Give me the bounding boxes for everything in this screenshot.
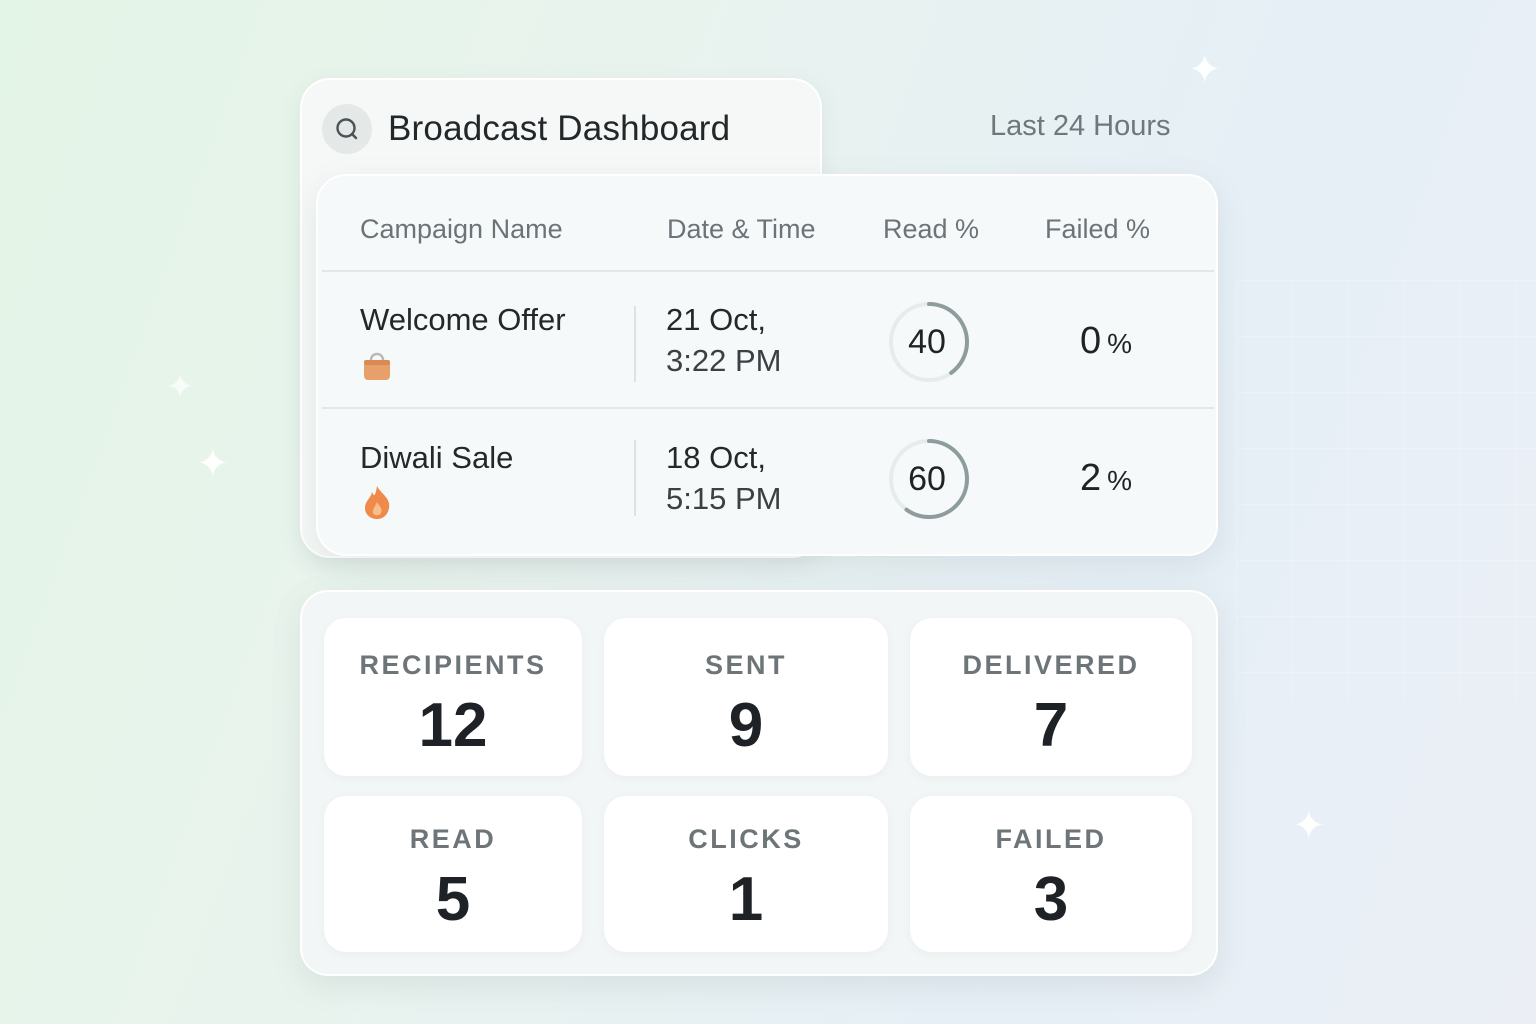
background-grid xyxy=(1236,280,1536,700)
stat-label: FAILED xyxy=(995,824,1107,854)
header: Broadcast Dashboard xyxy=(322,104,730,154)
search-icon xyxy=(336,118,358,140)
stat-label: RECIPIENTS xyxy=(359,650,547,680)
table-divider xyxy=(322,270,1214,272)
table-divider xyxy=(322,407,1214,409)
stat-label: DELIVERED xyxy=(962,650,1140,680)
column-header-failed-pct[interactable]: Failed % xyxy=(1045,214,1150,245)
read-pct-value: 60 xyxy=(908,460,946,498)
time-range-filter[interactable]: Last 24 Hours xyxy=(990,110,1171,143)
campaign-date: 21 Oct, xyxy=(666,302,766,337)
row-divider xyxy=(634,440,636,516)
stat-tile-read: READ 5 xyxy=(324,796,582,952)
stat-tile-failed: FAILED 3 xyxy=(910,796,1192,952)
read-pct-value: 40 xyxy=(908,323,946,361)
stat-value: 5 xyxy=(435,865,471,934)
failed-unit: % xyxy=(1107,465,1133,496)
stat-value: 3 xyxy=(1033,865,1069,934)
failed-unit: % xyxy=(1107,328,1133,359)
column-header-campaign-name[interactable]: Campaign Name xyxy=(360,214,563,245)
stat-label: READ xyxy=(409,824,497,854)
row-divider xyxy=(634,306,636,382)
column-header-read-pct[interactable]: Read % xyxy=(883,214,979,245)
stat-tile-clicks: CLICKS 1 xyxy=(604,796,888,952)
stat-value: 12 xyxy=(418,691,488,760)
stat-value: 7 xyxy=(1033,691,1069,760)
campaign-time: 5:15 PM xyxy=(666,481,782,516)
stat-tile-recipients: RECIPIENTS 12 xyxy=(324,618,582,776)
sparkle-decoration: ✦ xyxy=(1188,48,1222,92)
campaign-time: 3:22 PM xyxy=(666,343,782,378)
stat-value: 1 xyxy=(728,865,764,934)
failed-number: 0 xyxy=(1080,320,1102,362)
campaign-name: Welcome Offer xyxy=(360,302,566,337)
campaign-name: Diwali Sale xyxy=(360,440,514,475)
stat-tile-sent: SENT 9 xyxy=(604,618,888,776)
column-header-date-time[interactable]: Date & Time xyxy=(667,214,816,245)
campaign-date: 18 Oct, xyxy=(666,440,766,475)
stat-tile-delivered: DELIVERED 7 xyxy=(910,618,1192,776)
shopping-bag-icon xyxy=(364,352,390,380)
search-button[interactable] xyxy=(322,104,372,154)
sparkle-decoration: ✦ xyxy=(1292,804,1326,848)
stat-label: SENT xyxy=(704,650,787,680)
stat-value: 9 xyxy=(728,691,764,760)
failed-pct-value: 0% xyxy=(1080,320,1132,363)
failed-number: 2 xyxy=(1080,457,1102,499)
fire-icon xyxy=(365,486,390,519)
page-title: Broadcast Dashboard xyxy=(388,109,731,148)
stat-label: CLICKS xyxy=(688,824,804,854)
failed-pct-value: 2% xyxy=(1080,457,1132,500)
sparkle-decoration: ✦ xyxy=(166,368,195,406)
sparkle-decoration: ✦ xyxy=(196,442,230,486)
